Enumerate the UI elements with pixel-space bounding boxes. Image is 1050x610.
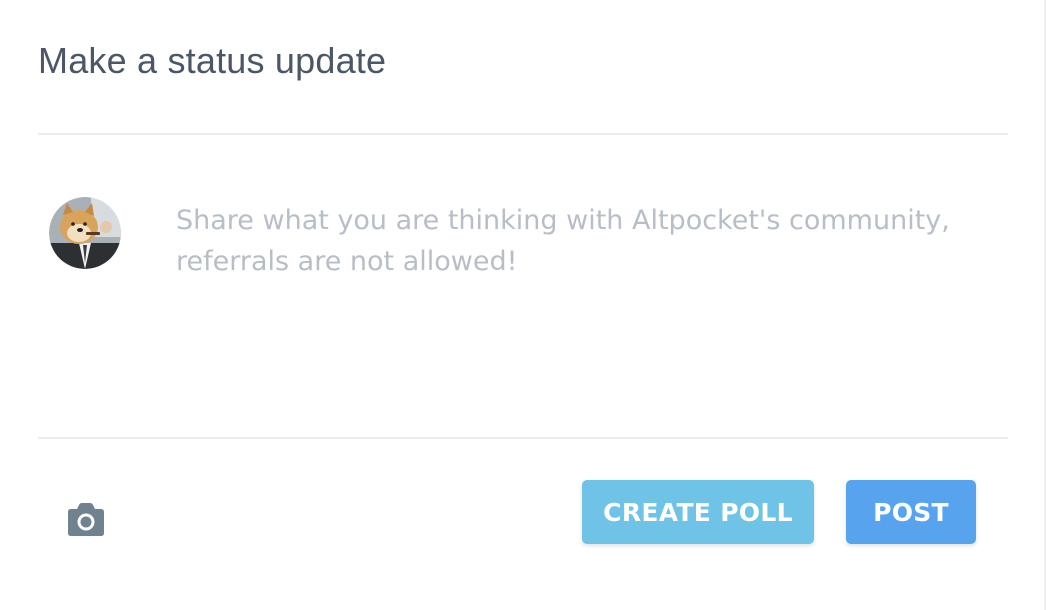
avatar — [49, 197, 121, 269]
post-button[interactable]: POST — [846, 480, 976, 544]
status-input[interactable] — [176, 200, 976, 410]
create-poll-button[interactable]: CREATE POLL — [582, 480, 814, 544]
composer-divider — [38, 437, 1008, 439]
status-update-card: Make a status update Share what you are … — [0, 0, 1046, 610]
header-divider — [38, 133, 1008, 135]
page-title: Make a status update — [38, 40, 387, 81]
camera-icon[interactable] — [66, 502, 106, 538]
avatar-image — [49, 197, 121, 269]
